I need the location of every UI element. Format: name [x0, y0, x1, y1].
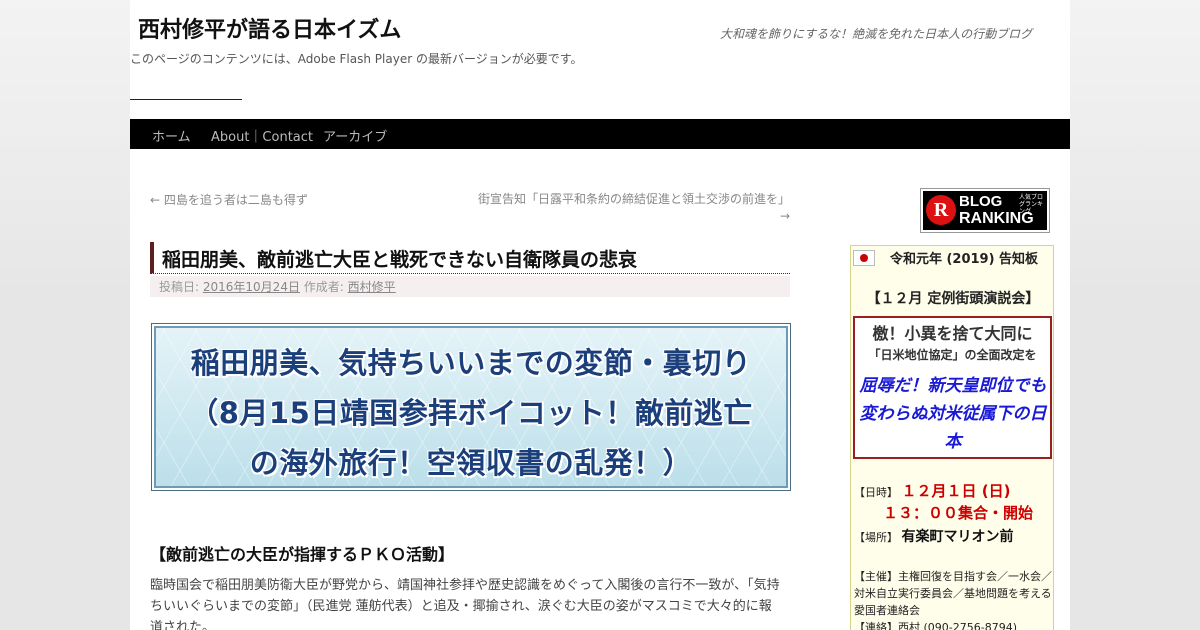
slogan-emphasis: 屈辱だ！新天皇即位でも変わらぬ対米従属下の日本 — [859, 376, 1047, 452]
banner-line: （8月15日靖国参拝ボイコット！敵前逃亡 — [189, 396, 753, 430]
notice-date-row: 【日時】 １２月１日 (日) — [854, 480, 1010, 501]
ranking-blog-text: BLOG — [959, 193, 1003, 210]
date-label: 【日時】 — [854, 486, 898, 499]
blog-ranking-logo: R BLOG 人気ブログランキング RANKING — [923, 191, 1047, 230]
flash-player-notice: このページのコンテンツには、Adobe Flash Player の最新バージョ… — [130, 52, 583, 66]
contact-text: 【連絡】西村 (090-2756-8794) — [854, 621, 1018, 630]
author-link[interactable]: 西村修平 — [348, 280, 396, 294]
section-heading: 【敵前逃亡の大臣が指揮するＰＫＯ活動】 — [150, 545, 455, 564]
date-value: １２月１日 (日) — [901, 482, 1011, 500]
next-post-link[interactable]: 街宣告知「日露平和条約の締結促進と領土交渉の前進を」 → — [450, 191, 790, 225]
next-post-title: 街宣告知「日露平和条約の締結促進と領土交渉の前進を」 — [477, 192, 790, 206]
post-date-link[interactable]: 2016年10月24日 — [203, 280, 300, 294]
place-value: 有楽町マリオン前 — [901, 529, 1014, 545]
page-container: 西村修平が語る日本イズム 大和魂を飾りにするな！絶滅を免れた日本人の行動ブログ … — [130, 0, 1070, 630]
place-label: 【場所】 — [854, 531, 898, 544]
ranking-ranking-text: RANKING — [959, 210, 1034, 227]
slogan-main: 檄！小異を捨て大同に — [872, 324, 1033, 343]
menu-item-home[interactable]: ホーム — [152, 126, 191, 145]
menu-item-about-contact[interactable]: About｜Contact — [211, 126, 313, 145]
post-banner-image: 稲田朋美、気持ちいいまでの変節・裏切り （8月15日靖国参拝ボイコット！敵前逃亡… — [151, 323, 791, 491]
banner-text-area: 稲田朋美、気持ちいいまでの変節・裏切り （8月15日靖国参拝ボイコット！敵前逃亡… — [154, 326, 788, 488]
blog-ranking-banner[interactable]: R BLOG 人気ブログランキング RANKING — [920, 188, 1050, 233]
next-arrow-icon: → — [779, 209, 790, 223]
banner-line: の海外旅行！空領収書の乱発！） — [249, 446, 693, 480]
ranking-r-icon: R — [926, 195, 956, 225]
body-paragraph-line: 臨時国会で稲田朋美防衛大臣が野党から、靖国神社参拝や歴史認識をめぐって入閣後の言… — [150, 578, 780, 593]
site-description: 大和魂を飾りにするな！絶滅を免れた日本人の行動ブログ — [720, 27, 1033, 41]
banner-line: 稲田朋美、気持ちいいまでの変節・裏切り — [190, 346, 752, 380]
notice-board-widget: 令和元年 (2019) 告知板 【１２月 定例街頭演説会】 檄！小異を捨て大同に… — [850, 245, 1054, 630]
organizer-text: 【主催】主権回復を目指す会／一水会／対米自立実行委員会／基地問題を考える愛国者連… — [854, 570, 1052, 617]
notice-event: 【１２月 定例街頭演説会】 — [866, 291, 1040, 307]
notice-place-row: 【場所】 有楽町マリオン前 — [854, 526, 1014, 546]
post-body: 臨時国会で稲田朋美防衛大臣が野党から、靖国神社参拝や歴史認識をめぐって入閣後の言… — [150, 575, 790, 630]
header-divider — [130, 99, 242, 100]
body-paragraph-line: ちいいぐらいまでの変節」（民進党 蓮舫代表）と追及・揶揄され、涙ぐむ大臣の姿がマ… — [150, 599, 772, 614]
time-value: １３：００集合・開始 — [883, 504, 1034, 522]
posted-on-label: 投稿日: — [159, 280, 200, 294]
notice-title: 令和元年 (2019) 告知板 — [889, 252, 1039, 267]
main-menu: ホーム About｜Contact アーカイブ — [130, 119, 1070, 149]
menu-item-archive[interactable]: アーカイブ — [323, 126, 387, 145]
author-label: 作成者: — [303, 280, 344, 294]
post-title: 稲田朋美、敵前逃亡大臣と戦死できない自衛隊員の悲哀 — [150, 242, 790, 274]
post-meta: 投稿日: 2016年10月24日 作成者: 西村修平 — [150, 276, 790, 297]
slogan-sub: 「日米地位協定」の全面改定を — [868, 348, 1037, 362]
notice-time-row: １３：００集合・開始 — [883, 502, 1033, 523]
body-paragraph-line: 道された。 — [150, 620, 216, 630]
site-title[interactable]: 西村修平が語る日本イズム — [138, 12, 401, 44]
notice-slogan-box: 檄！小異を捨て大同に 「日米地位協定」の全面改定を 屈辱だ！新天皇即位でも変わら… — [853, 316, 1052, 459]
notice-organizer: 【主催】主権回復を目指す会／一水会／対米自立実行委員会／基地問題を考える愛国者連… — [854, 568, 1054, 630]
previous-post-link[interactable]: ← 四島を追う者は二島も得ず — [150, 191, 308, 208]
